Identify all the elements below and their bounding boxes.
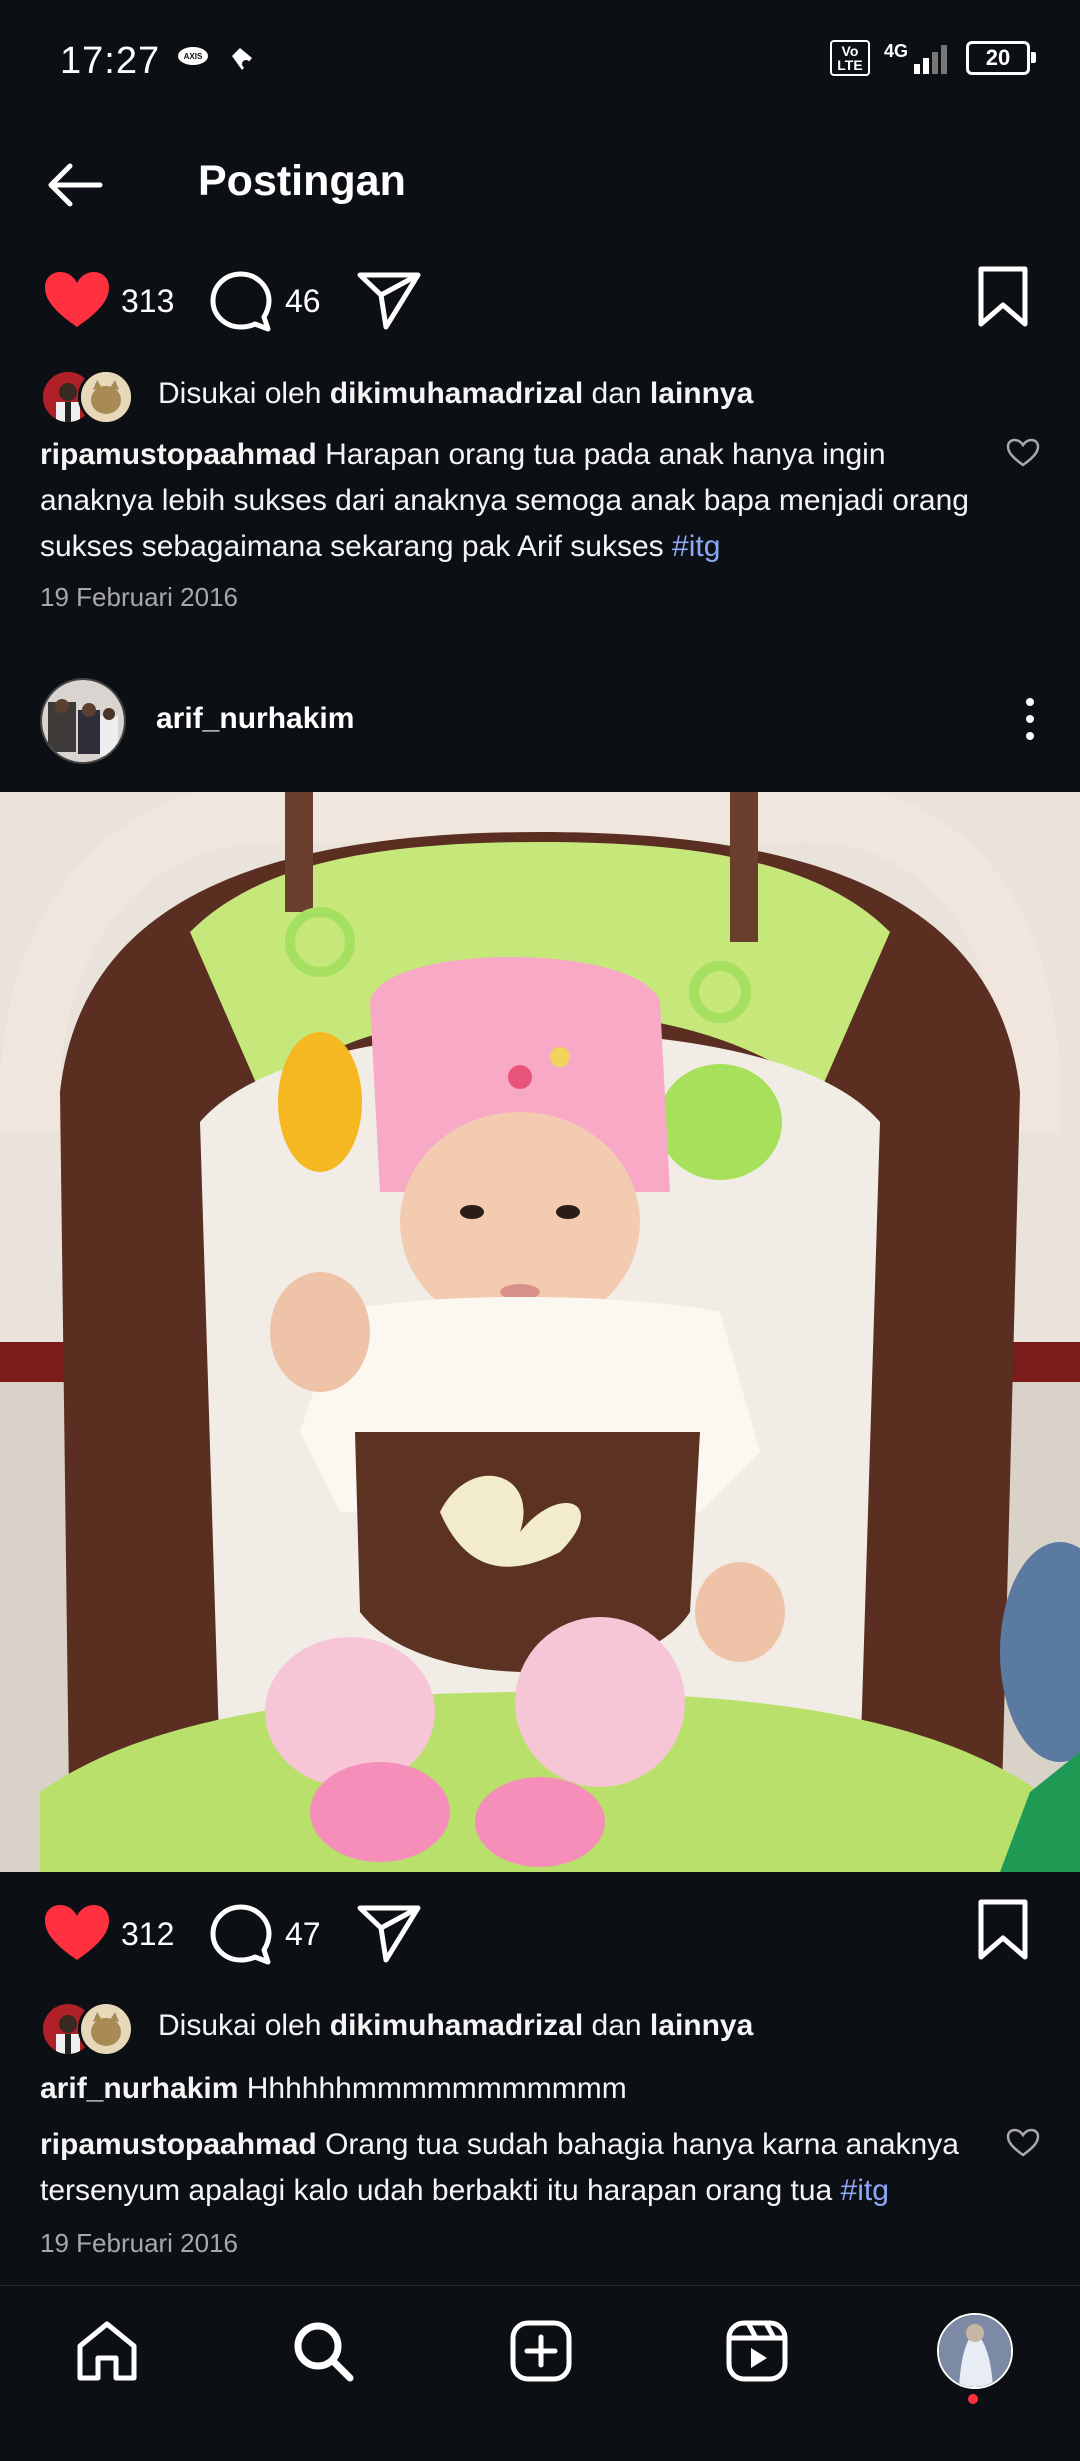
liked-avatars	[40, 1998, 140, 2057]
caption-username[interactable]: arif_nurhakim	[40, 2072, 238, 2105]
post-username[interactable]: arif_nurhakim	[156, 702, 354, 736]
avatar	[78, 369, 134, 425]
hashtag-link[interactable]: #itg	[841, 2174, 889, 2207]
comment-like-icon[interactable]	[1006, 2128, 1040, 2158]
liked-others-link[interactable]: lainnya	[650, 377, 753, 411]
home-icon[interactable]	[74, 2318, 140, 2384]
heart-icon[interactable]	[42, 1902, 112, 1964]
liked-others-link[interactable]: lainnya	[650, 2009, 753, 2043]
comment-username[interactable]: ripamustopaahmad	[40, 2128, 317, 2161]
liked-by: Disukai oleh dikimuhamadrizal dan lainny…	[40, 366, 753, 425]
liked-by: Disukai oleh dikimuhamadrizal dan lainny…	[40, 1998, 753, 2057]
notification-dot	[968, 2394, 978, 2404]
status-right: Vo LTE 4G 20	[829, 40, 1036, 76]
search-icon[interactable]	[290, 2318, 356, 2384]
signal-icon: 4G	[884, 42, 952, 74]
page-title: Postingan	[198, 157, 406, 205]
avatar[interactable]	[40, 678, 126, 764]
caption-text: Hhhhhhmmmmmmmmmmm	[246, 2072, 627, 2105]
comment-icon[interactable]	[208, 1901, 274, 1967]
liked-avatars	[40, 366, 140, 425]
svg-text:AXIS: AXIS	[184, 52, 203, 61]
profile-avatar[interactable]	[937, 2313, 1013, 2389]
heart-icon[interactable]	[42, 269, 112, 331]
liked-user-link[interactable]: dikimuhamadrizal	[330, 2009, 583, 2043]
post1-actions: 313 46	[0, 255, 1080, 345]
bookmark-icon[interactable]	[976, 1898, 1030, 1962]
more-vertical-icon[interactable]	[1018, 696, 1042, 742]
comment: ripamustopaahmad Orang tua sudah bahagia…	[40, 2122, 970, 2214]
comment-icon[interactable]	[208, 268, 274, 334]
post-date: 19 Februari 2016	[40, 582, 239, 612]
comment-username[interactable]: ripamustopaahmad	[40, 438, 317, 471]
notification-icon	[232, 48, 252, 70]
post2-actions: 312 47	[0, 1888, 1080, 1978]
reels-icon[interactable]	[724, 2318, 790, 2384]
like-count: 312	[121, 1916, 175, 1952]
status-time: 17:27	[60, 40, 161, 82]
top-bar	[0, 130, 1080, 240]
plus-square-icon[interactable]	[508, 2318, 574, 2384]
avatar	[78, 2001, 134, 2057]
post-date: 19 Februari 2016	[40, 2228, 239, 2258]
status-bar: 17:27 AXIS Vo LTE 4G 20	[0, 0, 1080, 130]
comment: ripamustopaahmad Harapan orang tua pada …	[40, 432, 970, 570]
battery-icon: 20	[966, 41, 1036, 75]
hashtag-link[interactable]: #itg	[672, 530, 720, 563]
bookmark-icon[interactable]	[976, 265, 1030, 329]
comment-count: 46	[285, 283, 321, 319]
arrow-left-icon[interactable]	[40, 150, 110, 220]
caption: arif_nurhakim Hhhhhhmmmmmmmmmmm	[40, 2066, 970, 2112]
carrier-icon: AXIS	[178, 47, 208, 65]
like-count: 313	[121, 283, 175, 319]
comment-like-icon[interactable]	[1006, 438, 1040, 468]
post-image[interactable]	[0, 792, 1080, 1872]
send-icon[interactable]	[356, 1902, 422, 1964]
liked-user-link[interactable]: dikimuhamadrizal	[330, 377, 583, 411]
comment-count: 47	[285, 1916, 321, 1952]
send-icon[interactable]	[356, 269, 422, 331]
volte-icon: Vo LTE	[829, 40, 870, 76]
